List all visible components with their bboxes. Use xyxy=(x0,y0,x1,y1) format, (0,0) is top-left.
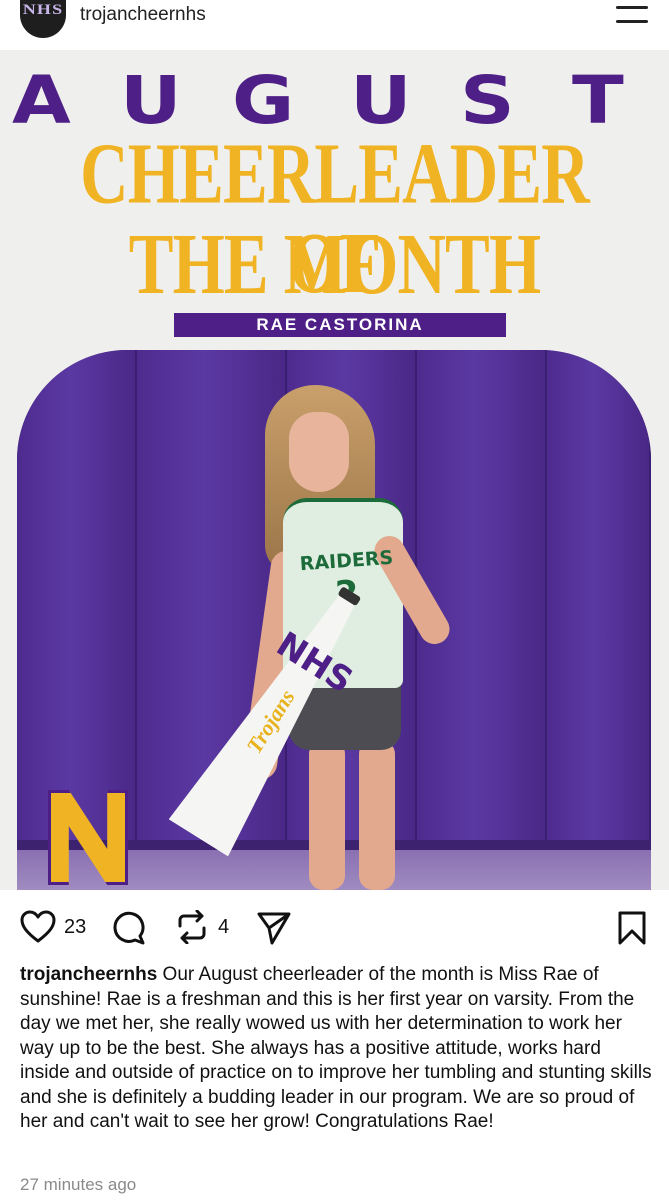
share-icon[interactable] xyxy=(256,910,292,946)
post-header: NHS trojancheernhs xyxy=(0,0,669,50)
repost-count[interactable]: 4 xyxy=(218,916,229,939)
left-leg xyxy=(309,740,345,890)
cheerleader-name: RAE CASTORINA xyxy=(174,313,506,337)
like-count[interactable]: 23 xyxy=(64,916,86,939)
post-caption: trojancheernhs Our August cheerleader of… xyxy=(20,963,652,1135)
title-line-2: THE MONTH xyxy=(128,214,541,313)
post-username[interactable]: trojancheernhs xyxy=(80,4,206,26)
post-actions: 23 4 xyxy=(0,900,669,956)
bookmark-icon[interactable] xyxy=(616,910,648,946)
wall-panel xyxy=(547,350,651,890)
right-leg xyxy=(359,740,395,890)
heart-icon[interactable] xyxy=(20,910,56,944)
month-letter: A xyxy=(12,62,71,139)
repost-icon[interactable] xyxy=(174,910,210,944)
caption-text: Our August cheerleader of the month is M… xyxy=(20,964,652,1132)
face xyxy=(289,412,349,492)
avatar[interactable]: NHS xyxy=(20,0,66,38)
post-timestamp: 27 minutes ago xyxy=(20,1175,137,1194)
post-image[interactable]: A U G U S T CHEERLEADER OF THE MONTH RAE… xyxy=(0,50,669,890)
menu-line xyxy=(616,6,648,9)
comment-icon[interactable] xyxy=(110,910,146,946)
menu-line xyxy=(616,20,648,23)
menu-icon[interactable] xyxy=(616,2,652,26)
caption-username[interactable]: trojancheernhs xyxy=(20,964,157,985)
avatar-logo-text: NHS xyxy=(22,2,64,18)
